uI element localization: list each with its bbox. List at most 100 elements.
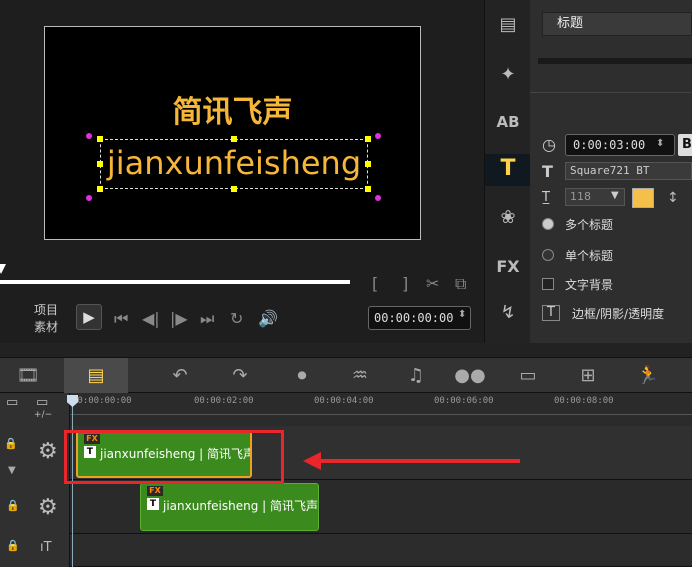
title-icon[interactable]: T: [485, 154, 531, 186]
preview-screen[interactable]: 简讯飞声 jianxunfeisheng: [44, 26, 421, 240]
timeline-ruler[interactable]: 00:00:00:00 00:00:02:00 00:00:04:00 00:0…: [70, 393, 692, 415]
resize-handle[interactable]: [231, 136, 237, 142]
auto-music-icon[interactable]: ♫: [396, 358, 436, 394]
text-color-swatch[interactable]: [632, 188, 654, 208]
single-title-radio[interactable]: [542, 249, 554, 261]
duration-stepper[interactable]: ⬍: [656, 138, 664, 149]
multi-title-label: 多个标题: [565, 218, 614, 232]
lock-icon[interactable]: 🔒: [6, 499, 20, 512]
border-shadow-label[interactable]: 边框/阴影/透明度: [572, 305, 664, 322]
next-frame-icon[interactable]: |▶: [170, 309, 188, 328]
resize-handle[interactable]: [231, 186, 237, 192]
video-track-icon[interactable]: ⚙: [38, 439, 58, 464]
record-capture-icon[interactable]: ⏺: [282, 358, 322, 394]
ruler-tick: 00:00:06:00: [434, 396, 494, 406]
split-clip-icon[interactable]: ✂: [426, 274, 439, 293]
scrubber-knob[interactable]: [0, 264, 6, 274]
title-track-icon[interactable]: ıT: [40, 540, 52, 555]
border-shadow-icon[interactable]: T: [542, 305, 560, 321]
rotate-handle[interactable]: [375, 133, 381, 139]
title-badge-icon: T: [147, 498, 159, 510]
ruler-tick: 00:00:04:00: [314, 396, 374, 406]
redo-icon[interactable]: ↷: [220, 358, 260, 394]
ruler-tick: 00:00:00:00: [72, 396, 132, 406]
track-headers: ▭ ▭ +/− 🔒 ▼ ⚙ 🔒 ⚙ 🔒 ıT: [0, 393, 70, 567]
title-clip[interactable]: FX T jianxunfeisheng | 简讯飞声: [140, 483, 319, 531]
font-select[interactable]: Square721 BT: [565, 162, 692, 180]
instant-project-icon[interactable]: ✦: [485, 60, 531, 90]
annotation-highlight-box: [64, 430, 284, 484]
ruler-tick: 00:00:02:00: [194, 396, 254, 406]
graphic-icon[interactable]: ❀: [485, 203, 531, 233]
timecode-field[interactable]: 00:00:00:00: [368, 306, 471, 330]
resize-handle[interactable]: [365, 186, 371, 192]
resize-handle[interactable]: [365, 136, 371, 142]
storyboard-view-icon[interactable]: 🎞: [8, 358, 48, 394]
fx-badge: FX: [147, 486, 163, 496]
text-background-label: 文字背景: [565, 278, 614, 292]
resize-handle[interactable]: [97, 136, 103, 142]
media-icon[interactable]: ▤: [485, 10, 531, 40]
mark-in-icon[interactable]: [: [372, 274, 378, 293]
undo-icon[interactable]: ↶: [160, 358, 200, 394]
font-icon: T: [542, 162, 553, 181]
scrubber-track[interactable]: [0, 280, 350, 284]
add-remove-track-icon[interactable]: +/−: [34, 410, 52, 420]
audio-mixer-icon[interactable]: ♒: [340, 358, 380, 394]
chapter-point-icon[interactable]: ▭: [36, 395, 48, 410]
preview-panel: 简讯飞声 jianxunfeisheng [ ] ✂ ⧉ 项目 素材 ▶ ⏮ ◀…: [0, 0, 484, 343]
title-properties-panel: 标题 ◷ 0:00:03:00 ⬍ B T Square721 BT T̲ 11…: [530, 0, 692, 343]
resize-handle[interactable]: [97, 161, 103, 167]
annotation-arrow-shaft: [316, 459, 520, 463]
single-title-label: 单个标题: [565, 249, 614, 263]
mark-out-icon[interactable]: ]: [402, 274, 408, 293]
text-background-checkbox[interactable]: [542, 278, 554, 290]
home-icon[interactable]: ⏮: [114, 309, 128, 329]
play-button[interactable]: ▶: [76, 304, 102, 330]
panel-title: 标题: [542, 12, 692, 36]
lock-icon[interactable]: 🔒: [6, 539, 20, 552]
rotate-handle[interactable]: [86, 195, 92, 201]
transition-icon[interactable]: AB: [485, 107, 531, 137]
preview-title-pinyin[interactable]: jianxunfeisheng: [100, 139, 368, 189]
timeline-toolbar: 🎞 ▤ ↶ ↷ ⏺ ♒ ♫ ●● ▭ ⊞ 🏃: [0, 357, 692, 394]
speed-icon[interactable]: 🏃: [628, 358, 668, 394]
timecode-stepper[interactable]: ⬍: [458, 309, 466, 320]
chevron-down-icon[interactable]: ▼: [611, 190, 619, 201]
multi-title-radio[interactable]: [542, 218, 554, 230]
resize-handle[interactable]: [365, 161, 371, 167]
project-mode-label[interactable]: 项目: [34, 301, 58, 318]
lock-icon[interactable]: 🔒: [4, 437, 18, 450]
preview-title-chinese[interactable]: 简讯飞声: [45, 87, 420, 131]
panel-divider: [538, 58, 692, 64]
clock-icon: ◷: [542, 135, 556, 154]
timeline-view-icon[interactable]: ▤: [64, 358, 128, 394]
volume-icon[interactable]: 🔊: [258, 309, 278, 328]
track-manager-icon[interactable]: ▭: [6, 395, 18, 410]
title-track-row[interactable]: [70, 534, 692, 567]
filter-icon[interactable]: FX: [485, 252, 531, 282]
subtitle-editor-icon[interactable]: ▭: [508, 358, 548, 394]
timeline-separator: [0, 343, 692, 357]
repeat-icon[interactable]: ↻: [230, 309, 243, 328]
motion-track-icon[interactable]: ●●: [450, 358, 490, 394]
resize-handle[interactable]: [97, 186, 103, 192]
multi-camera-icon[interactable]: ⊞: [568, 358, 608, 394]
library-icon-strip: ▤ ✦ AB T ❀ FX ↯: [484, 0, 531, 343]
line-spacing-icon[interactable]: ↕: [667, 190, 679, 206]
font-size-icon: T̲: [542, 190, 550, 205]
video-editor-window: 简讯飞声 jianxunfeisheng [ ] ✂ ⧉ 项目 素材 ▶ ⏮ ◀…: [0, 0, 692, 567]
enlarge-preview-icon[interactable]: ⧉: [455, 274, 466, 294]
path-icon[interactable]: ↯: [485, 298, 531, 328]
bold-button[interactable]: B: [678, 134, 692, 156]
overlay-track-icon[interactable]: ⚙: [38, 495, 58, 520]
clip-label: jianxunfeisheng | 简讯飞声: [163, 499, 319, 513]
rotate-handle[interactable]: [375, 195, 381, 201]
previous-frame-icon[interactable]: ◀|: [142, 309, 160, 328]
chevron-down-icon[interactable]: ▼: [8, 465, 16, 476]
panel-divider: [530, 92, 692, 118]
ruler-tick: 00:00:08:00: [554, 396, 614, 406]
rotate-handle[interactable]: [86, 133, 92, 139]
end-icon[interactable]: ⏭: [200, 309, 214, 329]
clip-mode-label[interactable]: 素材: [34, 318, 58, 335]
